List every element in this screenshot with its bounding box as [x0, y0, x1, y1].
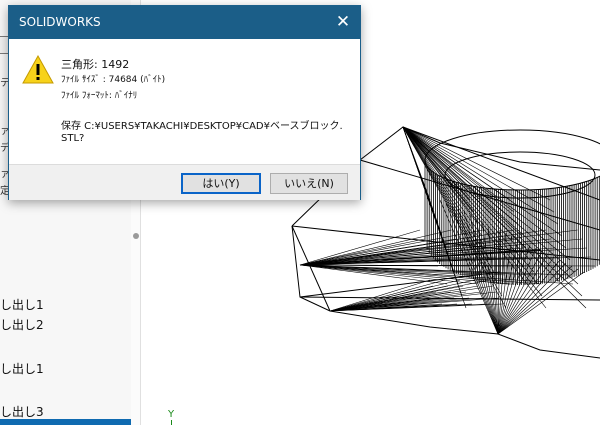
close-button[interactable]: ✕: [326, 6, 360, 39]
tree-item-extrude[interactable]: し出し3: [0, 405, 44, 419]
file-format-text: ﾌｧｲﾙ ﾌｫｰﾏｯﾄ: ﾊﾞｲﾅﾘ: [61, 91, 138, 101]
panel-scrollbar[interactable]: [0, 419, 131, 425]
yes-button[interactable]: はい(Y): [181, 173, 261, 194]
save-confirm-dialog: SOLIDWORKS ✕ 三角形: 1492 ﾌｧｲﾙ ｻｲｽﾞ : 74684…: [8, 5, 361, 200]
close-icon: ✕: [335, 12, 351, 32]
dialog-titlebar[interactable]: SOLIDWORKS ✕: [9, 6, 360, 39]
dialog-footer: はい(Y) いいえ(N): [9, 164, 360, 200]
save-path-text-continued: STL?: [61, 133, 85, 144]
splitter-grip-icon[interactable]: [133, 233, 139, 239]
tree-item-extrude[interactable]: し出し2: [0, 318, 44, 332]
axis-y-label: Y: [168, 409, 175, 420]
warning-icon: [22, 55, 54, 84]
tree-item-extrude[interactable]: し出し1: [0, 362, 44, 376]
dialog-title: SOLIDWORKS: [19, 15, 101, 29]
tree-item-extrude[interactable]: し出し1: [0, 298, 44, 312]
triangle-count-text: 三角形: 1492: [61, 58, 130, 71]
axis-y-indicator: [171, 420, 172, 425]
save-path-text: 保存 C:¥USERS¥TAKACHI¥DESKTOP¥CAD¥ベースブロック.: [61, 121, 343, 132]
no-button[interactable]: いいえ(N): [270, 173, 348, 194]
file-size-text: ﾌｧｲﾙ ｻｲｽﾞ : 74684 (ﾊﾞｲﾄ): [61, 75, 166, 85]
